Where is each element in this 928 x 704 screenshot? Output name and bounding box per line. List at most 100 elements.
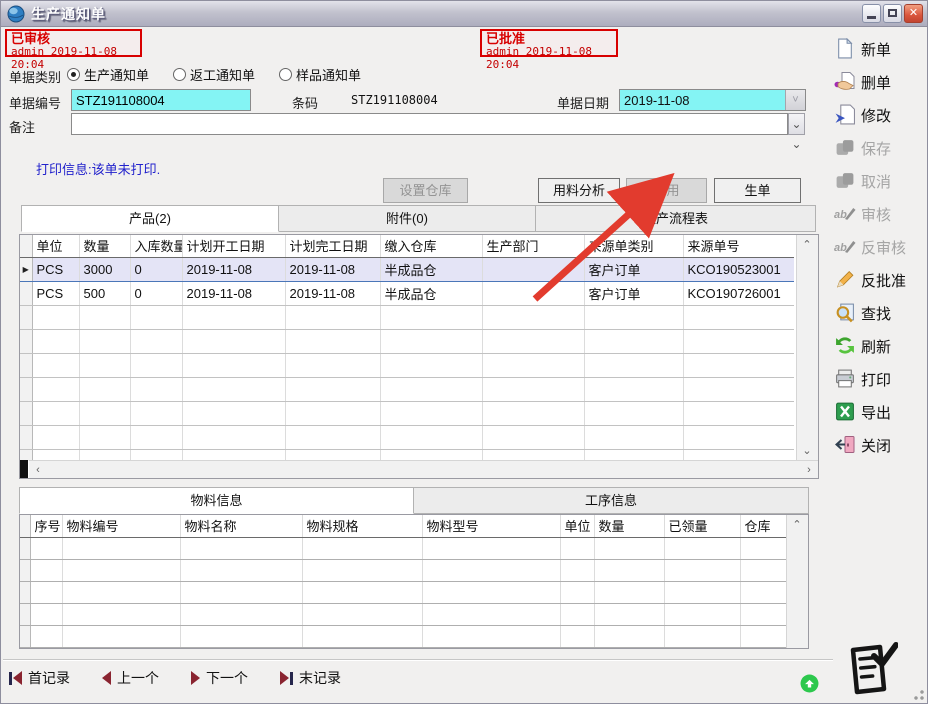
action-button-4[interactable]: 生单 [714, 178, 801, 203]
table-cell [380, 329, 482, 353]
product-vscrollbar[interactable]: ⌃ ⌄ [796, 235, 818, 461]
scroll-up-icon[interactable]: ⌃ [788, 516, 806, 534]
sidebar-item-refresh[interactable]: 刷新 [834, 330, 928, 363]
sidebar-item-save: 保存 [834, 132, 928, 165]
tab-bottom-tabs-2[interactable]: 工序信息 [413, 487, 809, 514]
doc-no-input[interactable] [71, 89, 251, 111]
table-cell [130, 353, 182, 377]
empty-row[interactable] [20, 603, 788, 625]
action-button-2[interactable]: 用料分析 [538, 178, 620, 203]
table-cell [285, 305, 380, 329]
sidebar-item-close-door[interactable]: 关闭 [834, 429, 928, 462]
table-cell [482, 329, 584, 353]
minimize-button[interactable] [862, 4, 881, 23]
remark-input[interactable] [71, 113, 788, 135]
sidebar-item-printer[interactable]: 打印 [834, 363, 928, 396]
radio-circle-icon[interactable] [67, 68, 80, 81]
table-cell [482, 377, 584, 401]
table-cell [32, 353, 79, 377]
maximize-button[interactable] [883, 4, 902, 23]
radio-circle-icon[interactable] [173, 68, 186, 81]
table-cell [79, 305, 130, 329]
barcode-label: 条码 [292, 93, 318, 112]
table-cell [62, 603, 180, 625]
table-row[interactable]: ▶PCS300002019-11-082019-11-08半成品仓客户订单KCO… [20, 257, 794, 281]
sidebar-item-pencil[interactable]: 反批准 [834, 264, 928, 297]
notepad-check-icon [844, 641, 898, 699]
action-button-3: 引用 [626, 178, 707, 203]
empty-row[interactable] [20, 425, 794, 449]
close-button[interactable]: ✕ [904, 4, 923, 23]
nav-last-record[interactable]: 末记录 [280, 668, 341, 688]
sidebar-item-delete-doc[interactable]: 删单 [834, 66, 928, 99]
empty-row[interactable] [20, 559, 788, 581]
empty-row[interactable] [20, 353, 794, 377]
empty-row[interactable] [20, 581, 788, 603]
tab-bottom-tabs-1[interactable]: 物料信息 [19, 487, 414, 514]
table-cell [422, 581, 560, 603]
nav-first-record[interactable]: 首记录 [9, 668, 70, 688]
nav-previous-record[interactable]: 上一个 [102, 668, 159, 688]
table-row[interactable]: PCS50002019-11-082019-11-08半成品仓客户订单KCO19… [20, 281, 794, 305]
scroll-down-icon[interactable]: ⌄ [798, 442, 816, 460]
table-cell [560, 603, 594, 625]
empty-row[interactable] [20, 377, 794, 401]
date-combo[interactable]: 2019-11-08 ˅ [619, 89, 806, 111]
grid-header-row: 序号物料编号物料名称物料规格物料型号单位数量已领量仓库 [20, 515, 788, 537]
sidebar-item-search[interactable]: 查找 [834, 297, 928, 330]
grid-splitter-handle[interactable] [20, 460, 28, 478]
category-radio-label: 样品通知单 [296, 65, 361, 84]
column-header: 数量 [594, 515, 664, 537]
column-header: 生产部门 [482, 235, 584, 257]
row-marker-cell [20, 603, 30, 625]
sidebar-item-excel[interactable]: 导出 [834, 396, 928, 429]
empty-row[interactable] [20, 537, 788, 559]
row-marker-cell [20, 625, 30, 647]
sidebar-item-edit-doc[interactable]: 修改 [834, 99, 928, 132]
tab-top-tabs-3[interactable]: 生产流程表 [535, 205, 816, 232]
empty-row[interactable] [20, 305, 794, 329]
category-radio-1[interactable]: 返工通知单 [173, 65, 255, 84]
table-cell [740, 559, 788, 581]
chevron-down-icon[interactable]: ˅ [785, 90, 805, 110]
table-cell: 0 [130, 257, 182, 281]
tab-top-tabs-2[interactable]: 附件(0) [278, 205, 536, 232]
scroll-right-icon[interactable]: › [800, 461, 818, 479]
material-vscrollbar[interactable]: ⌃ [786, 515, 808, 649]
table-cell [285, 329, 380, 353]
nav-next-record[interactable]: 下一个 [191, 668, 248, 688]
scroll-up-icon[interactable]: ⌃ [798, 236, 816, 254]
empty-row[interactable] [20, 329, 794, 353]
table-cell [594, 581, 664, 603]
table-cell [302, 537, 422, 559]
titlebar: 生产通知单 ✕ [1, 1, 927, 27]
category-radio-2[interactable]: 样品通知单 [279, 65, 361, 84]
category-radio-group: 生产通知单 返工通知单 样品通知单 [67, 65, 361, 84]
sidebar-item-label: 删单 [861, 72, 891, 93]
category-radio-0[interactable]: 生产通知单 [67, 65, 149, 84]
tab-top-tabs-1[interactable]: 产品(2) [21, 205, 279, 232]
window-title: 生产通知单 [31, 4, 106, 24]
table-cell [380, 353, 482, 377]
sidebar-item-label: 取消 [861, 171, 891, 192]
table-cell [482, 281, 584, 305]
sidebar-item-label: 打印 [861, 369, 891, 390]
row-marker-header [20, 515, 30, 537]
table-cell: 2019-11-08 [285, 257, 380, 281]
sidebar-item-new-doc[interactable]: 新单 [834, 33, 928, 66]
empty-row[interactable] [20, 401, 794, 425]
column-header: 来源单类别 [584, 235, 683, 257]
sidebar-item-label: 导出 [861, 402, 891, 423]
table-cell [380, 305, 482, 329]
audited-stamp-title: 已审核 [11, 32, 136, 45]
empty-row[interactable] [20, 625, 788, 647]
table-cell [740, 581, 788, 603]
radio-circle-icon[interactable] [279, 68, 292, 81]
scroll-left-icon[interactable]: ‹ [29, 461, 47, 479]
approved-stamp-subtitle: admin 2019-11-08 20:04 [486, 45, 612, 71]
unaudit-icon: ab [834, 236, 856, 260]
remark-expand-button[interactable]: ⌄⌄ [788, 113, 805, 135]
product-hscrollbar[interactable]: ‹ › [29, 460, 818, 478]
barcode-value: STZ191108004 [351, 93, 438, 107]
resize-grip[interactable] [911, 687, 924, 700]
